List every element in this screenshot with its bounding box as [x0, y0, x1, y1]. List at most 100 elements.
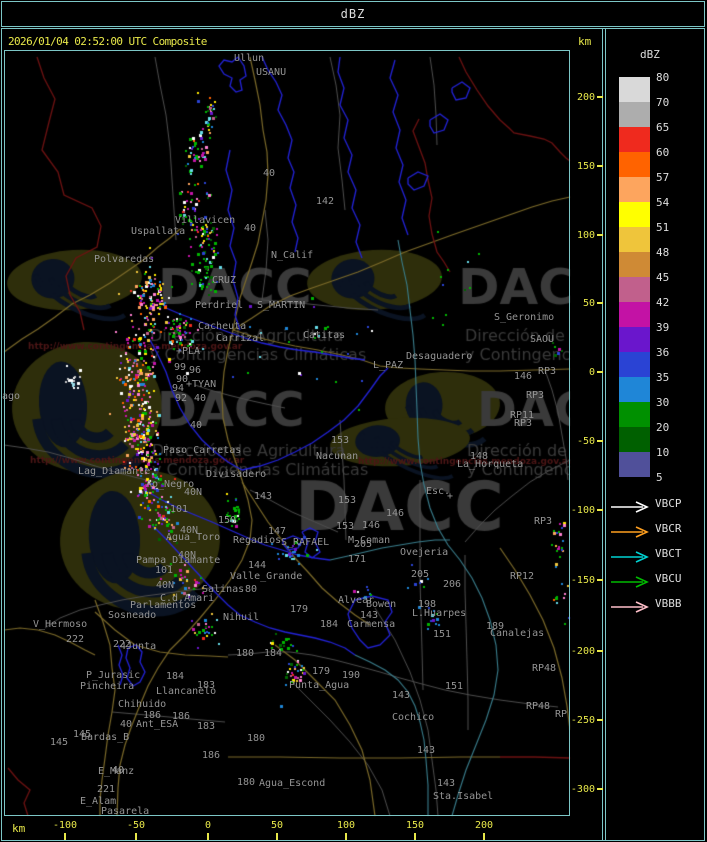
- vector-arrow-icon: [610, 498, 652, 513]
- map-place-label: Chihuido: [118, 699, 167, 710]
- x-axis-tick: [207, 833, 209, 840]
- y-axis-tick: [597, 234, 603, 236]
- map-place-label: P_Jurasic: [86, 670, 141, 681]
- map-place-label: Nacunan: [316, 451, 359, 462]
- x-axis-tick: [345, 833, 347, 840]
- map-place-label: +: [447, 491, 454, 502]
- vector-label: VBCU: [655, 572, 682, 585]
- legend-color-box: [619, 302, 650, 327]
- legend-title: dBZ: [640, 48, 660, 61]
- map-place-label: Punta_Agua: [289, 680, 350, 691]
- legend-scale-value: 39: [656, 321, 670, 334]
- map-place-label: 171: [348, 554, 367, 565]
- x-axis-tick-label: 100: [336, 820, 356, 831]
- map-place-label: 183: [197, 721, 216, 732]
- legend-color-box: [619, 227, 650, 252]
- map-place-label: Canalejas: [490, 628, 545, 639]
- legend-color-box: [619, 252, 650, 277]
- map-place-label: 184: [264, 648, 283, 659]
- legend-scale-value: 70: [656, 96, 670, 109]
- y-axis-tick-label: -50: [576, 436, 595, 447]
- map-place-label: 153: [331, 435, 350, 446]
- x-axis-tick: [64, 833, 66, 840]
- x-axis-tick-label: -50: [126, 820, 146, 831]
- map-place-label: 40N: [156, 580, 175, 591]
- map-place-label: V_Hermoso: [33, 619, 88, 630]
- map-place-label: Agua_Escond: [259, 778, 326, 789]
- map-place-label: 80: [245, 584, 258, 595]
- map-place-label: 40: [190, 420, 203, 431]
- x-axis-tick-label: -100: [52, 820, 78, 831]
- vector-arrow-icon: [610, 548, 652, 563]
- map-place-label: 184: [166, 671, 185, 682]
- map-place-label: 143: [254, 491, 273, 502]
- legend-color-box: [619, 277, 650, 302]
- map-place-label: Pasarela: [101, 806, 150, 817]
- map-place-label: RP48: [532, 663, 557, 674]
- legend-scale-value: 57: [656, 171, 670, 184]
- legend-scale-value: 65: [656, 121, 670, 134]
- map-place-label: RP3: [538, 366, 557, 377]
- legend-scale-value: 36: [656, 346, 670, 359]
- map-place-label: La_Horqueta: [457, 459, 524, 470]
- legend-color-box: [619, 327, 650, 352]
- y-axis-tick-label: 0: [588, 367, 595, 378]
- legend-scale-value: 60: [656, 146, 670, 159]
- y-axis-tick: [597, 509, 603, 511]
- map-place-label: RP48: [526, 701, 551, 712]
- map-place-label: 205: [354, 539, 373, 550]
- map-place-label: 153: [338, 495, 357, 506]
- y-axis-tick-label: -200: [570, 646, 595, 657]
- map-place-label: Lag_Diamante: [78, 466, 151, 477]
- x-axis-tick: [483, 833, 485, 840]
- map-place-label: Sosneado: [108, 610, 157, 621]
- map-place-label: 96: [189, 365, 202, 376]
- legend-scale-value: 51: [656, 221, 670, 234]
- y-axis-tick-label: 100: [576, 230, 595, 241]
- map-place-label: 40: [244, 223, 257, 234]
- map-place-label: Valle_Grande: [230, 571, 303, 582]
- map-place-label: Bardas_B: [81, 732, 130, 743]
- map-place-label: Pampa_Diamante: [136, 555, 221, 566]
- map-place-label: SAOU: [530, 334, 555, 345]
- map-place-label: Agua_Toro: [166, 532, 221, 543]
- map-place-label: Ant_ESA: [136, 719, 179, 730]
- map-place-label: 99: [174, 362, 187, 373]
- legend-color-box: [619, 402, 650, 427]
- map-place-label: 179: [290, 604, 309, 615]
- map-place-label: 144: [248, 560, 267, 571]
- map-place-label: 40N: [184, 487, 203, 498]
- map-place-label: USANU: [256, 67, 287, 78]
- legend-color-box: [619, 77, 650, 102]
- y-axis-tick-label: 50: [582, 298, 595, 309]
- legend-scale-value: 20: [656, 421, 670, 434]
- legend-scale-value: 48: [656, 246, 670, 259]
- legend-color-box: [619, 427, 650, 452]
- legend-color-box: [619, 102, 650, 127]
- map-place-label: Paso_Carretas: [163, 445, 242, 456]
- map-place-label: +TYAN: [186, 379, 217, 390]
- map-place-label: L.Huarpes: [412, 608, 467, 619]
- y-axis-tick: [597, 579, 603, 581]
- map-place-label: RP3: [514, 418, 533, 429]
- y-axis-tick-label: -100: [570, 505, 595, 516]
- y-axis-tick: [597, 96, 603, 98]
- map-place-label: 180: [237, 777, 256, 788]
- map-place-label: Villavicen: [175, 215, 236, 226]
- map-place-label: Catitas: [303, 330, 346, 341]
- map-place-label: Carrizal: [216, 333, 265, 344]
- y-axis-tick: [597, 165, 603, 167]
- map-place-label: 153: [336, 521, 355, 532]
- legend-scale-value: 5: [656, 471, 663, 484]
- legend-color-box: [619, 177, 650, 202]
- map-place-label: 143: [437, 778, 456, 789]
- map-place-label: 4Junta: [120, 641, 157, 652]
- map-place-label: 206: [443, 579, 462, 590]
- legend-color-box: [619, 127, 650, 152]
- map-place-label: Perdriel: [195, 300, 244, 311]
- vector-label: VBCT: [655, 547, 682, 560]
- legend-color-box: [619, 352, 650, 377]
- map-place-label: Cochico: [392, 712, 435, 723]
- vector-label: VBCP: [655, 497, 682, 510]
- map-place-label: ago: [2, 391, 21, 402]
